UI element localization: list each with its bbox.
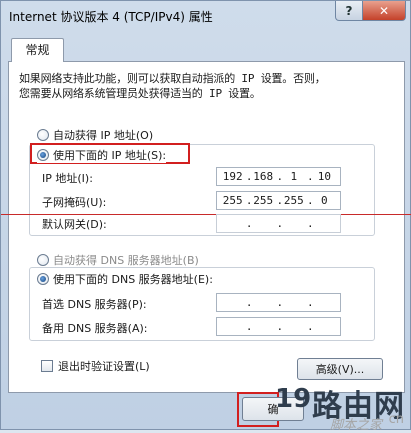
help-icon: ?	[345, 3, 353, 18]
ip-manual-radio[interactable]: 使用下面的 IP 地址(S):	[37, 147, 167, 163]
ip-auto-label: 自动获得 IP 地址(O)	[53, 129, 154, 142]
gateway-input[interactable]: . . .	[216, 214, 341, 233]
alternate-dns-input[interactable]: . . .	[216, 317, 341, 336]
dialog-window: Internet 协议版本 4 (TCP/IPv4) 属性 ? ✕ 常规 如果网…	[0, 0, 411, 433]
validate-checkbox[interactable]: 退出时验证设置(L)	[41, 358, 150, 374]
watermark-suffix: cn	[388, 412, 404, 427]
ip-octet: 255	[253, 194, 274, 207]
radio-icon	[37, 254, 49, 266]
description-line-2: 您需要从网络系统管理员处获得适当的 IP 设置。	[19, 87, 261, 100]
help-button[interactable]: ?	[335, 1, 363, 21]
subnet-mask-label: 子网掩码(U):	[42, 196, 107, 209]
dns-auto-label: 自动获得 DNS 服务器地址(B)	[53, 254, 199, 267]
ip-auto-radio[interactable]: 自动获得 IP 地址(O)	[37, 127, 153, 143]
description-text: 如果网络支持此功能，则可以获取自动指派的 IP 设置。否则， 您需要从网络系统管…	[19, 71, 399, 101]
subnet-mask-input[interactable]: 255. 255. 255. 0	[216, 191, 341, 210]
preferred-dns-label: 首选 DNS 服务器(P):	[42, 298, 147, 311]
ip-address-input[interactable]: 192. 168. 1. 10	[216, 167, 341, 186]
checkbox-icon	[41, 360, 53, 372]
ip-octet: 10	[317, 170, 331, 183]
advanced-button[interactable]: 高级(V)...	[297, 358, 383, 380]
ip-octet: 0	[321, 194, 328, 207]
description-line-1: 如果网络支持此功能，则可以获取自动指派的 IP 设置。否则，	[19, 72, 326, 85]
close-icon: ✕	[378, 3, 390, 18]
ip-address-label: IP 地址(I):	[42, 172, 93, 185]
watermark-subtitle: 脚本之家	[329, 418, 382, 433]
dns-manual-radio[interactable]: 使用下面的 DNS 服务器地址(E):	[37, 271, 213, 287]
watermark-digits: 19	[275, 384, 312, 414]
tab-general[interactable]: 常规	[11, 38, 64, 62]
radio-selected-icon	[37, 149, 49, 161]
gateway-label: 默认网关(D):	[42, 218, 107, 231]
preferred-dns-input[interactable]: . . .	[216, 293, 341, 312]
validate-label: 退出时验证设置(L)	[58, 360, 150, 373]
red-guide-line	[1, 214, 411, 215]
ip-octet: 255	[222, 194, 243, 207]
ip-manual-label: 使用下面的 IP 地址(S):	[53, 149, 167, 162]
window-title: Internet 协议版本 4 (TCP/IPv4) 属性	[9, 10, 213, 24]
close-button[interactable]: ✕	[362, 1, 406, 21]
ip-octet: 192	[222, 170, 243, 183]
dns-auto-radio[interactable]: 自动获得 DNS 服务器地址(B)	[37, 252, 199, 268]
ip-octet: 168	[253, 170, 274, 183]
ip-octet: 1	[290, 170, 298, 183]
dns-manual-label: 使用下面的 DNS 服务器地址(E):	[53, 273, 213, 286]
ip-octet: 255	[283, 194, 304, 207]
radio-selected-icon	[37, 273, 49, 285]
alternate-dns-label: 备用 DNS 服务器(A):	[42, 322, 148, 335]
radio-icon	[37, 129, 49, 141]
title-bar[interactable]: Internet 协议版本 4 (TCP/IPv4) 属性 ? ✕	[1, 1, 410, 31]
